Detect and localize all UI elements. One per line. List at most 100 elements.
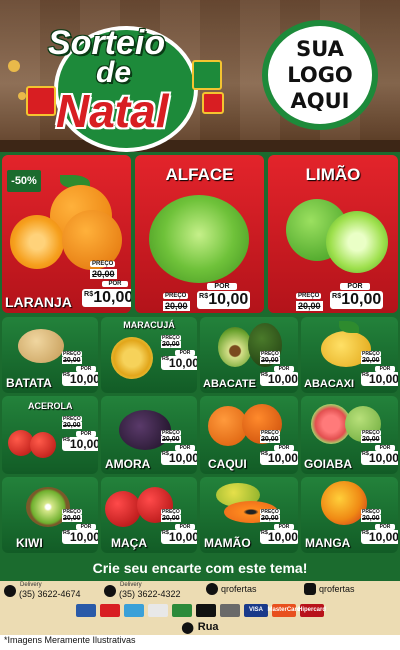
gift-icon	[192, 60, 222, 90]
header: Sorteio de Natal SUA LOGO AQUI	[0, 0, 400, 152]
price-value: R$10,00	[361, 451, 398, 465]
logo-text-3: AQUI	[290, 89, 350, 113]
product-name: MAMÃO	[204, 536, 251, 550]
whatsapp-contact[interactable]: Delivery (35) 3622-4674	[4, 582, 81, 599]
currency: R$	[199, 291, 209, 300]
promo-banner: Crie seu encarte com este tema!	[0, 555, 400, 581]
currency: R$	[162, 451, 169, 457]
product-name: CAQUI	[208, 457, 247, 471]
preco-label: PREÇO	[90, 261, 116, 267]
por-label: POR	[207, 283, 237, 290]
product-name: BATATA	[6, 376, 52, 390]
price-number: 10,00	[368, 530, 398, 544]
price-tag: PREÇO 20,00 POR R$10,00	[260, 509, 298, 551]
product-name: ABACATE	[203, 378, 256, 390]
currency: R$	[63, 437, 70, 443]
price-value: R$10,00	[361, 372, 398, 386]
currency: R$	[63, 372, 70, 378]
card-icon	[76, 603, 96, 617]
old-price: 20,00	[361, 436, 381, 443]
price-value: R$10,00	[260, 530, 298, 544]
price-number: 10,00	[168, 356, 197, 370]
price-tag: PREÇO 20,00 POR R$10,00	[361, 351, 398, 391]
currency: R$	[84, 289, 94, 298]
preco-label: PREÇO	[163, 293, 189, 299]
passion-fruit-image	[111, 337, 153, 379]
instagram-icon	[304, 583, 316, 595]
product-card-acerola: ACEROLA PREÇO 20,00 POR R$10,00	[2, 396, 98, 474]
card-icon	[100, 603, 120, 617]
price-number: 10,00	[93, 289, 131, 306]
price-number: 10,00	[267, 372, 298, 386]
old-price: 20,00	[260, 357, 280, 364]
gift-icon	[202, 92, 224, 114]
avocado-image	[218, 327, 252, 367]
price-number: 10,00	[69, 437, 98, 451]
price-tag: PREÇO 20,00 POR R$10,00	[296, 281, 396, 311]
phone-2: (35) 3622-4322	[119, 589, 181, 599]
contact-bar: Delivery (35) 3622-4674 Delivery (35) 36…	[0, 581, 400, 601]
old-price: 20,00	[161, 515, 181, 522]
delivery-label: Delivery	[20, 582, 42, 588]
preco-label: PREÇO	[296, 293, 322, 299]
price-value: R$10,00	[62, 530, 98, 544]
product-card-limao: LIMÃO PREÇO 20,00 POR R$10,00	[268, 155, 398, 313]
mastercard-icon: MasterCard	[268, 603, 301, 617]
currency: R$	[362, 530, 369, 536]
facebook-link[interactable]: qrofertas	[206, 583, 257, 595]
old-price: 20,00	[361, 357, 381, 364]
old-price: 20,00	[62, 515, 82, 522]
price-tag: PREÇO 20,00 POR R$10,00	[260, 430, 298, 472]
title-line-3: Natal	[56, 85, 169, 137]
visa-icon: VISA	[244, 603, 268, 617]
address-bar: ⬤ Rua	[0, 619, 400, 635]
price-value: R$10,00	[62, 372, 98, 386]
price-value: R$10,00	[260, 451, 298, 465]
card-icon	[124, 603, 144, 617]
price-number: 10,00	[168, 530, 197, 544]
apple-image	[105, 491, 141, 527]
price-value: R$10,00	[82, 289, 131, 307]
price-value: R$10,00	[161, 530, 197, 544]
price-tag: PREÇO 20,00 POR R$10,00	[161, 335, 197, 383]
price-number: 10,00	[267, 451, 298, 465]
product-card-alface: ALFACE PREÇO 20,00 POR R$10,00	[135, 155, 264, 313]
product-name: LARANJA	[5, 294, 72, 310]
currency: R$	[362, 372, 369, 378]
price-tag: PREÇO 20,00 POR R$10,00	[361, 509, 398, 551]
old-price: 20,00	[62, 422, 82, 429]
delivery-label: Delivery	[120, 582, 142, 588]
price-number: 10,00	[368, 372, 398, 386]
currency: R$	[261, 372, 268, 378]
logo-placeholder: SUA LOGO AQUI	[262, 20, 378, 130]
payment-methods: VISA MasterCard Hipercard	[0, 601, 400, 619]
phone-contact[interactable]: Delivery (35) 3622-4322	[104, 582, 181, 599]
product-card-maracuja: MARACUJÁ PREÇO 20,00 POR R$10,00	[101, 317, 197, 393]
facebook-handle: qrofertas	[221, 584, 257, 594]
product-name: ALFACE	[165, 165, 234, 184]
address-text: Rua	[197, 621, 219, 633]
price-value: R$10,00	[197, 291, 251, 309]
instagram-link[interactable]: qrofertas	[304, 583, 355, 595]
price-tag: PREÇO 20,00 POR R$10,00	[361, 430, 398, 472]
card-icon	[196, 603, 216, 617]
product-card-kiwi: KIWI PREÇO 20,00 POR R$10,00	[2, 477, 98, 553]
currency: R$	[162, 530, 169, 536]
price-tag: PREÇO 20,00 POR R$10,00	[62, 509, 98, 551]
discount-badge: -50%	[7, 170, 41, 192]
product-card-amora: AMORA PREÇO 20,00 POR R$10,00	[101, 396, 197, 474]
por-label: POR	[340, 283, 370, 290]
price-tag: PREÇO 20,00 POR R$10,00	[62, 351, 98, 391]
old-price: 20,00	[161, 341, 181, 348]
product-name: MAÇA	[111, 536, 147, 550]
price-value: R$10,00	[361, 530, 398, 544]
product-card-goiaba: GOIABA PREÇO 20,00 POR R$10,00	[301, 396, 398, 474]
instagram-handle: qrofertas	[319, 584, 355, 594]
old-price: 20,00	[90, 269, 117, 279]
ornament	[8, 60, 20, 72]
price-number: 10,00	[168, 451, 197, 465]
price-number: 10,00	[341, 291, 382, 308]
card-icon	[172, 603, 192, 617]
por-label: POR	[102, 281, 128, 287]
product-name: AMORA	[105, 457, 151, 471]
